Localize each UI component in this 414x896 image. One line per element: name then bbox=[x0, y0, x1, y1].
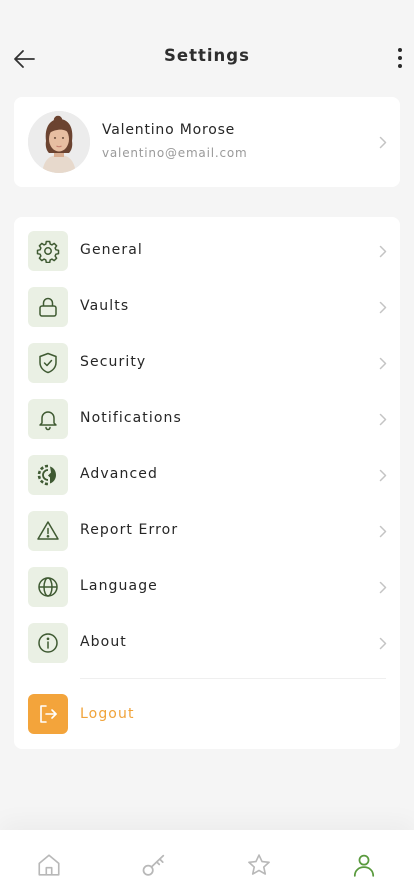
logout-button[interactable] bbox=[28, 694, 68, 734]
menu-item-notifications[interactable]: Notifications bbox=[14, 391, 400, 447]
tab-keys[interactable] bbox=[137, 848, 171, 882]
menu-label: Advanced bbox=[80, 466, 158, 482]
chevron-right-icon bbox=[378, 524, 388, 538]
settings-menu: General Vaults Security Notifications Ad… bbox=[14, 217, 400, 749]
bell-icon bbox=[28, 399, 68, 439]
menu-item-general[interactable]: General bbox=[14, 223, 400, 279]
user-icon bbox=[353, 854, 375, 877]
avatar bbox=[28, 111, 90, 173]
chevron-right-icon bbox=[378, 636, 388, 650]
menu-label: Report Error bbox=[80, 522, 179, 538]
chevron-right-icon bbox=[378, 580, 388, 594]
profile-email: valentino@email.com bbox=[102, 146, 248, 160]
home-icon bbox=[38, 854, 60, 876]
menu-item-advanced[interactable]: Advanced bbox=[14, 447, 400, 503]
warning-icon bbox=[28, 511, 68, 551]
page-title: Settings bbox=[164, 46, 250, 65]
key-icon bbox=[142, 854, 165, 876]
menu-item-report-error[interactable]: Report Error bbox=[14, 503, 400, 559]
menu-label: General bbox=[80, 242, 143, 258]
profile-name: Valentino Morose bbox=[102, 122, 236, 138]
menu-label: Language bbox=[80, 578, 158, 594]
chevron-right-icon bbox=[378, 300, 388, 314]
menu-label: Vaults bbox=[80, 298, 130, 314]
advanced-gear-icon bbox=[28, 455, 68, 495]
menu-label: About bbox=[80, 634, 127, 650]
globe-icon bbox=[28, 567, 68, 607]
menu-item-language[interactable]: Language bbox=[14, 559, 400, 615]
menu-label: Security bbox=[80, 354, 147, 370]
chevron-right-icon bbox=[378, 356, 388, 370]
tab-profile[interactable] bbox=[347, 848, 381, 882]
chevron-right-icon bbox=[378, 135, 388, 149]
logout-label[interactable]: Logout bbox=[80, 706, 135, 722]
divider bbox=[80, 678, 386, 679]
chevron-right-icon bbox=[378, 468, 388, 482]
shield-check-icon bbox=[28, 343, 68, 383]
chevron-right-icon bbox=[378, 412, 388, 426]
logout-icon bbox=[40, 705, 57, 723]
info-icon bbox=[28, 623, 68, 663]
menu-item-vaults[interactable]: Vaults bbox=[14, 279, 400, 335]
tab-favorites[interactable] bbox=[242, 848, 276, 882]
menu-item-security[interactable]: Security bbox=[14, 335, 400, 391]
bottom-tab-bar bbox=[0, 830, 414, 896]
profile-card[interactable]: Valentino Morose valentino@email.com bbox=[14, 97, 400, 187]
lock-icon bbox=[28, 287, 68, 327]
menu-item-about[interactable]: About bbox=[14, 615, 400, 671]
menu-label: Notifications bbox=[80, 410, 182, 426]
chevron-right-icon bbox=[378, 244, 388, 258]
more-vertical-icon bbox=[398, 48, 402, 68]
more-options-button[interactable] bbox=[392, 44, 408, 72]
star-icon bbox=[248, 854, 270, 875]
gear-icon bbox=[28, 231, 68, 271]
tab-home[interactable] bbox=[32, 848, 66, 882]
